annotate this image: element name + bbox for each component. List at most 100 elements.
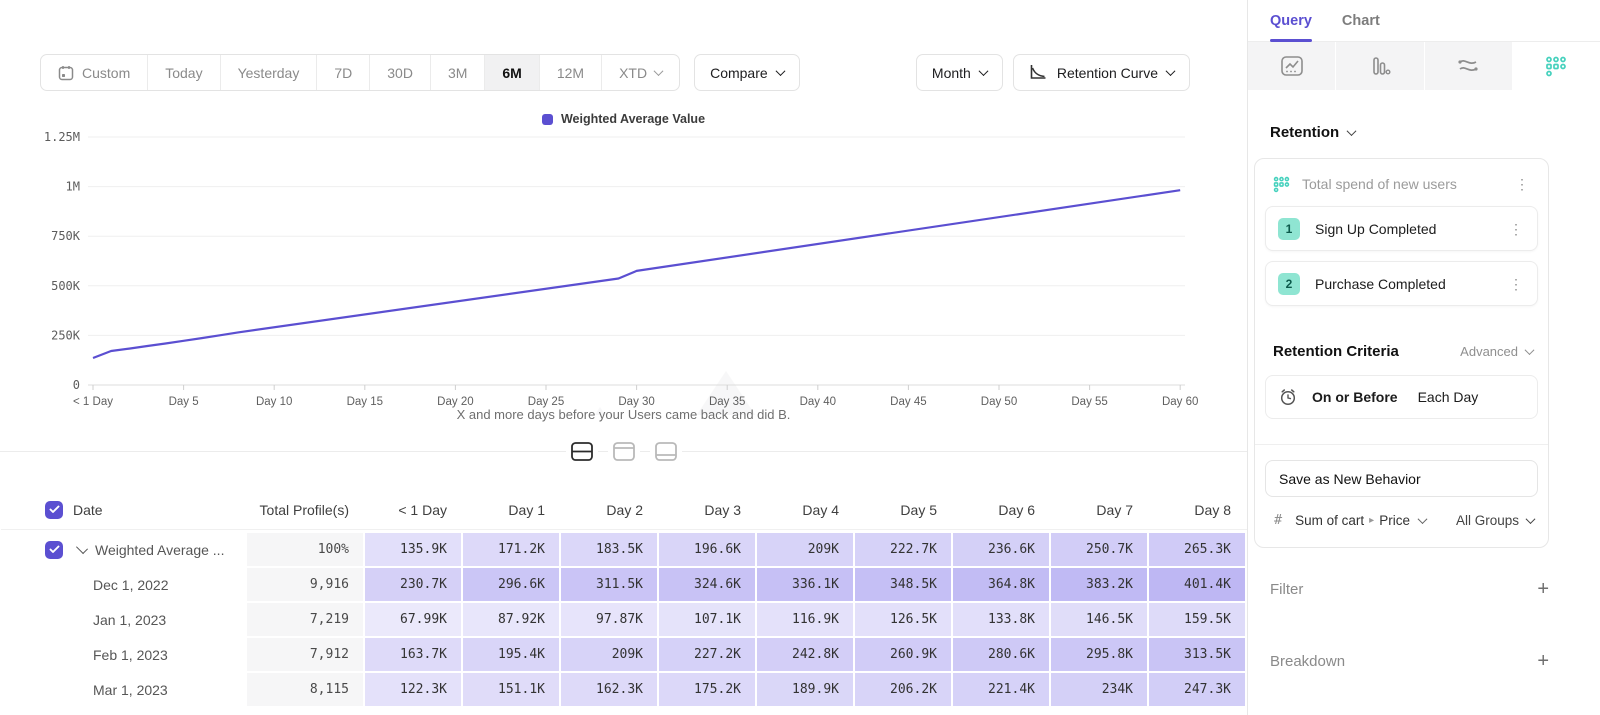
retention-value-cell: 313.5K: [1149, 638, 1245, 671]
compare-button[interactable]: Compare: [694, 54, 800, 91]
range-label: 12M: [557, 65, 584, 81]
range-yesterday[interactable]: Yesterday: [220, 55, 317, 90]
chevron-down-icon: [978, 66, 988, 76]
table-row: Feb 1, 20237,912163.7K195.4K209K227.2K24…: [1, 638, 1247, 671]
retention-value-cell: 116.9K: [757, 603, 853, 636]
all-groups-dropdown[interactable]: All Groups: [1456, 513, 1534, 528]
retention-value-cell: 230.7K: [365, 568, 461, 601]
criteria-row[interactable]: On or Before Each Day: [1265, 375, 1538, 419]
add-filter-button[interactable]: +: [1537, 579, 1549, 599]
report-section-dropdown[interactable]: Retention: [1270, 124, 1600, 141]
line-chart-icon: [1280, 55, 1304, 77]
retention-value-cell: 163.7K: [365, 638, 461, 671]
insights-view-tile[interactable]: [1248, 42, 1335, 90]
retention-value-cell: 175.2K: [659, 673, 755, 706]
measure-label[interactable]: Sum of cart: [1295, 513, 1364, 528]
range-label: XTD: [619, 65, 647, 81]
col-header: Day 7: [1051, 502, 1147, 518]
filter-label: Filter: [1270, 581, 1303, 598]
row-label-text: Weighted Average ...: [95, 542, 224, 558]
criteria-header: Retention Criteria Advanced: [1264, 316, 1539, 360]
retention-value-cell: 87.92K: [463, 603, 559, 636]
advanced-label: Advanced: [1460, 344, 1518, 359]
retention-value-cell: 265.3K: [1149, 533, 1245, 566]
chevron-down-icon: [1526, 514, 1536, 524]
retention-table: Date Total Profile(s) < 1 Day Day 1 Day …: [1, 490, 1247, 708]
step-row-1[interactable]: 1 Sign Up Completed ⋮: [1265, 206, 1538, 251]
retention-value-cell: 122.3K: [365, 673, 461, 706]
range-30d[interactable]: 30D: [369, 55, 430, 90]
flow-icon: [1456, 55, 1480, 77]
check-icon: [49, 505, 60, 514]
retention-value-cell: 196.6K: [659, 533, 755, 566]
tab-chart[interactable]: Chart: [1342, 0, 1380, 41]
select-all-checkbox[interactable]: [45, 501, 63, 519]
retention-value-cell: 234K: [1051, 673, 1147, 706]
retention-value-cell: 348.5K: [855, 568, 951, 601]
range-custom[interactable]: Custom: [41, 55, 147, 90]
funnels-view-tile[interactable]: [1336, 42, 1423, 90]
retention-value-cell: 146.5K: [1051, 603, 1147, 636]
range-label: 6M: [502, 65, 521, 81]
breakdown-section: Breakdown +: [1270, 651, 1549, 671]
retention-value-cell: 236.6K: [953, 533, 1049, 566]
range-7d[interactable]: 7D: [316, 55, 369, 90]
range-12m[interactable]: 12M: [539, 55, 601, 90]
row-checkbox[interactable]: [45, 541, 63, 559]
row-label-weighted-average[interactable]: Weighted Average ...: [1, 533, 245, 566]
col-header-date: Date: [73, 502, 103, 518]
range-xtd[interactable]: XTD: [601, 55, 679, 90]
retention-value-cell: 67.99K: [365, 603, 461, 636]
chevron-down-icon: [1418, 514, 1428, 524]
property-arrow-icon: ▸: [1369, 515, 1374, 526]
split-view-icon: [571, 442, 593, 461]
range-label: Yesterday: [238, 65, 300, 81]
kebab-menu-icon[interactable]: ⋮: [1505, 220, 1527, 238]
behavior-header[interactable]: Total spend of new users ⋮: [1264, 172, 1539, 206]
chart-type-dropdown[interactable]: Retention Curve: [1013, 54, 1190, 91]
row-expand-chevron-icon[interactable]: [76, 542, 88, 554]
add-breakdown-button[interactable]: +: [1537, 651, 1549, 671]
retention-value-cell: 195.4K: [463, 638, 559, 671]
kebab-menu-icon[interactable]: ⋮: [1505, 275, 1527, 293]
measure-property[interactable]: Price: [1379, 513, 1410, 528]
kebab-menu-icon[interactable]: ⋮: [1511, 175, 1533, 193]
retention-value-cell: 162.3K: [561, 673, 657, 706]
range-6m[interactable]: 6M: [484, 55, 538, 90]
range-label: Custom: [82, 65, 130, 81]
step-row-2[interactable]: 2 Purchase Completed ⋮: [1265, 261, 1538, 306]
granularity-label: Month: [932, 65, 971, 81]
retention-value-cell: 324.6K: [659, 568, 755, 601]
granularity-dropdown[interactable]: Month: [916, 54, 1003, 91]
retention-value-cell: 383.2K: [1051, 568, 1147, 601]
save-as-new-behavior-button[interactable]: Save as New Behavior: [1265, 460, 1538, 497]
tab-query[interactable]: Query: [1270, 0, 1312, 41]
row-label-text: Feb 1, 2023: [93, 647, 168, 663]
range-3m[interactable]: 3M: [430, 55, 484, 90]
retention-value-cell: 135.9K: [365, 533, 461, 566]
measure-row: # Sum of cart ▸ Price All Groups: [1264, 497, 1539, 543]
flows-view-tile[interactable]: [1425, 42, 1512, 90]
behavior-title: Total spend of new users: [1302, 176, 1457, 192]
behavior-dots-icon: [1273, 176, 1290, 193]
layout-split-toggle[interactable]: [566, 436, 598, 466]
date-column-header: Date: [1, 501, 245, 519]
sidebar-tabs: Query Chart: [1248, 0, 1600, 42]
retention-value-cell: 242.8K: [757, 638, 853, 671]
step-label: Purchase Completed: [1315, 276, 1446, 292]
layout-table-toggle[interactable]: [650, 436, 682, 466]
range-today[interactable]: Today: [147, 55, 219, 90]
advanced-dropdown[interactable]: Advanced: [1460, 344, 1533, 359]
check-icon: [49, 545, 60, 554]
retention-line-chart[interactable]: 0250K500K750K1M1.25M< 1 DayDay 5Day 10Da…: [0, 125, 1247, 415]
layout-chart-toggle[interactable]: [608, 436, 640, 466]
range-label: Today: [165, 65, 202, 81]
col-header: Day 8: [1149, 502, 1245, 518]
retention-value-cell: 311.5K: [561, 568, 657, 601]
svg-text:250K: 250K: [51, 328, 81, 342]
retention-value-cell: 247.3K: [1149, 673, 1245, 706]
chart-legend[interactable]: Weighted Average Value: [0, 112, 1247, 126]
layout-toggle-group: [0, 436, 1247, 466]
retention-view-tile[interactable]: [1513, 42, 1600, 90]
retention-value-cell: 107.1K: [659, 603, 755, 636]
